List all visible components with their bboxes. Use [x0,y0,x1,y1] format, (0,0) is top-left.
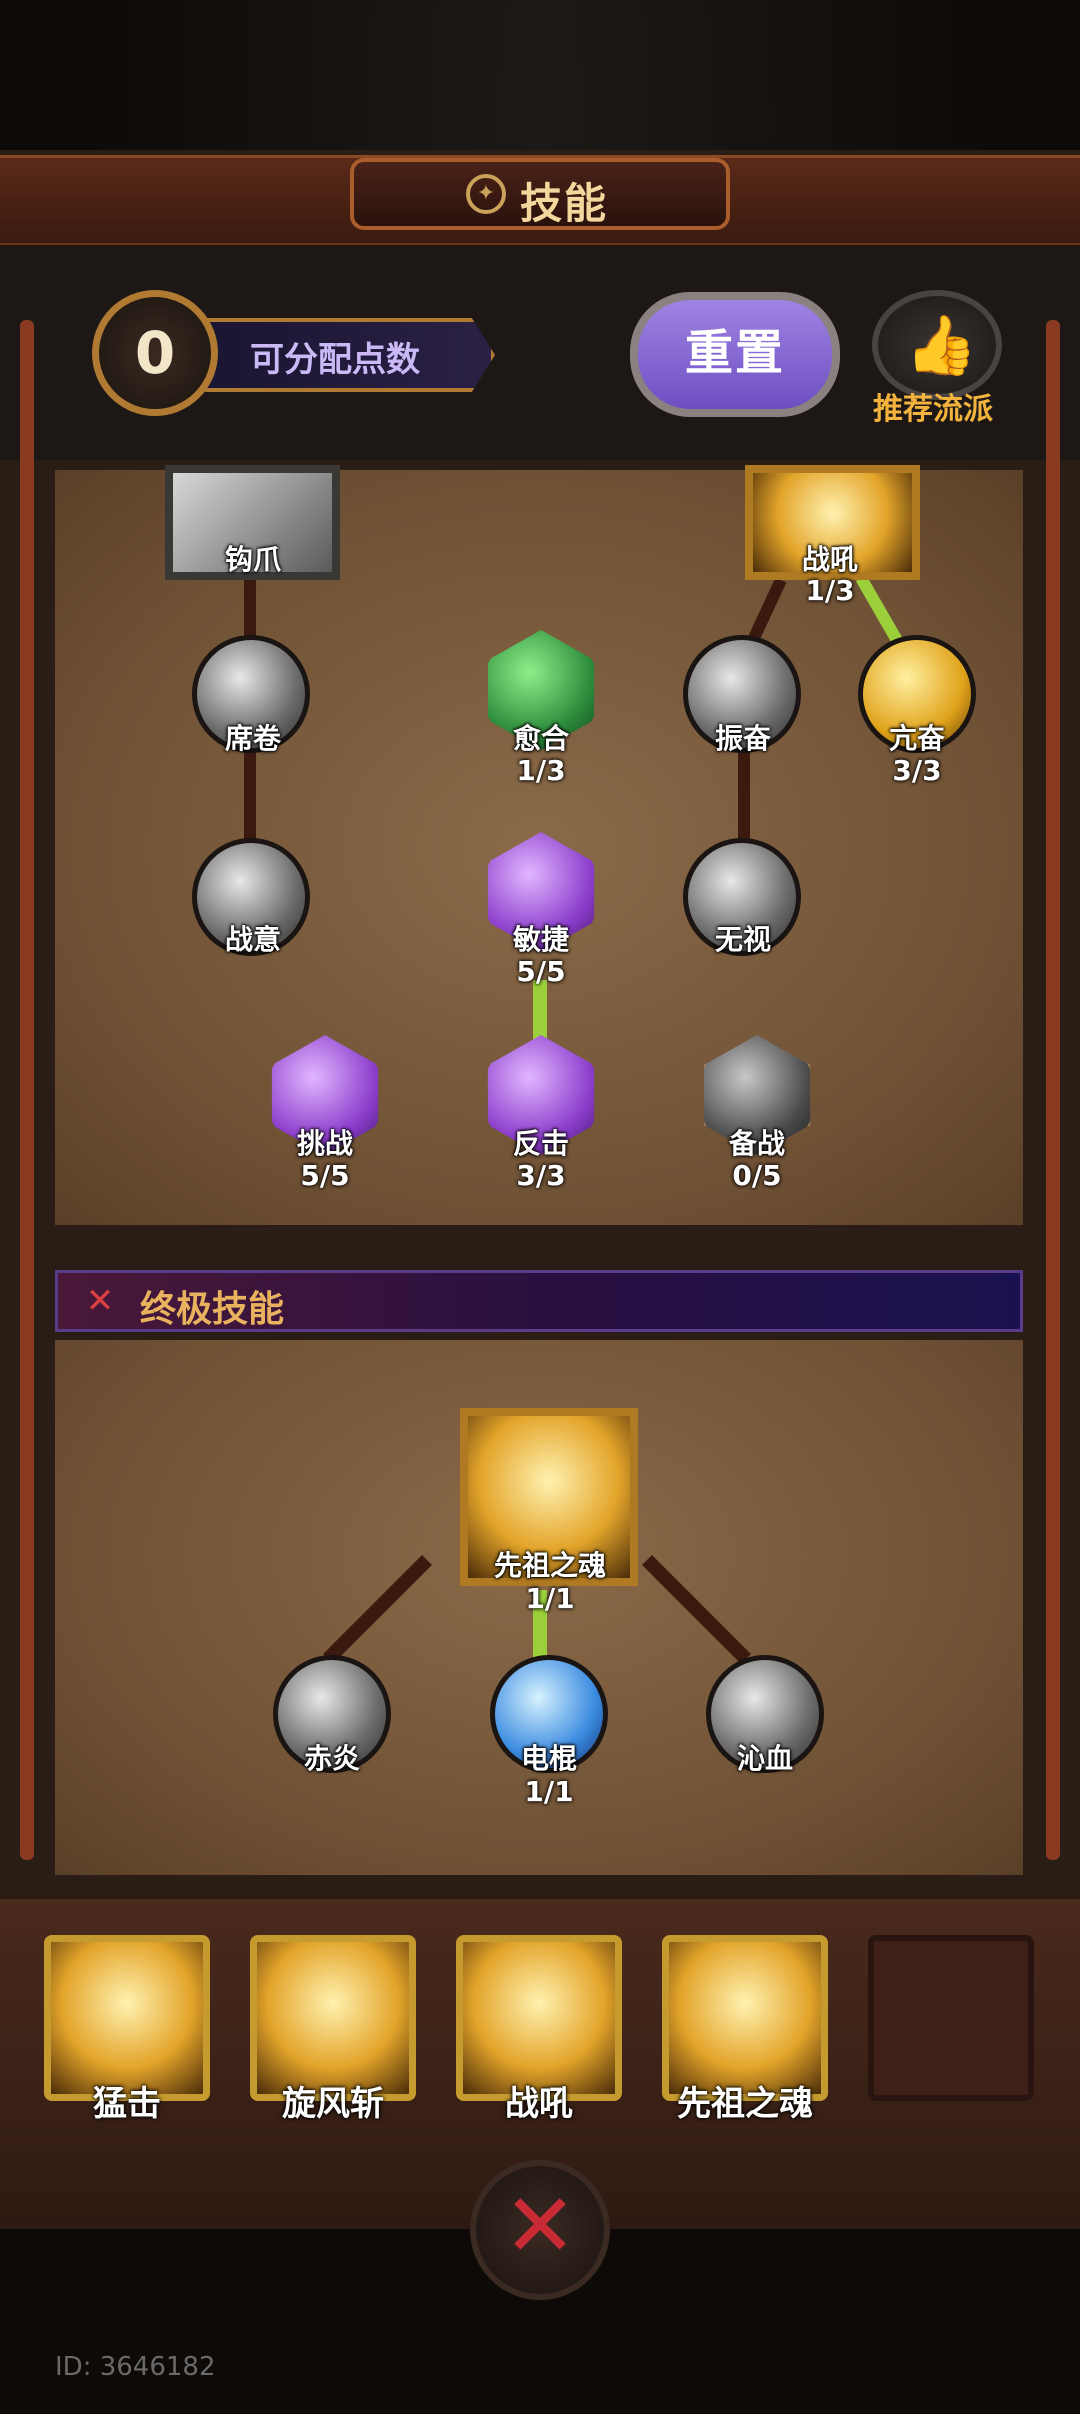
wushi-skill-label: 无视 [714,923,771,956]
xijuan-skill-label: 席卷 [224,722,281,755]
diangun-skill-label: 电棍 [520,1742,577,1775]
fanji-skill-label: 反击 [512,1127,569,1160]
beizhan-skill-count: 0/5 [732,1159,782,1192]
loadout-slot-empty[interactable] [868,1935,1034,2101]
ancestor-skill-count: 1/1 [525,1582,575,1615]
loadout-label-3: 战吼 [505,2084,573,2124]
fanji-skill-count: 3/3 [516,1159,566,1192]
chiyan-skill-label: 赤炎 [303,1742,360,1775]
left-border [20,320,34,1860]
loadout-label-4: 先祖之魂 [677,2084,813,2124]
yuhe-skill-count: 1/3 [516,754,566,787]
zhenfen-skill-label: 振奋 [714,722,771,755]
close-button[interactable]: ✕ [470,2160,610,2300]
recommend-label: 推荐流派 [873,392,993,427]
tiaozhan-skill-count: 5/5 [300,1159,350,1192]
hook-skill-label: 钩爪 [224,543,281,576]
qinxue-skill-label: 沁血 [736,1742,793,1775]
diangun-skill-count: 1/1 [524,1775,574,1808]
tree-connector-active [533,980,547,1040]
crossed-swords-icon: ✕ [85,1281,115,1321]
ultimate-title: 终极技能 [140,1289,285,1330]
kangfen-skill-label: 亢奋 [888,722,945,755]
beizhan-skill-label: 备战 [728,1127,785,1160]
minjie-skill-label: 敏捷 [512,923,569,956]
warcry-skill-count: 1/3 [805,574,855,607]
points-label: 可分配点数 [250,340,420,380]
minjie-skill-count: 5/5 [516,955,566,988]
warcry-skill-label: 战吼 [801,543,858,576]
tiaozhan-skill-label: 挑战 [296,1127,353,1160]
player-id: ID: 3646182 [55,2352,216,2382]
ancestor-skill-label: 先祖之魂 [493,1549,606,1582]
loadout-label-2: 旋风斩 [282,2084,384,2124]
points-value: 0 [92,290,218,416]
loadout-label-1: 猛击 [93,2084,161,2124]
page-title: 技能 [520,179,609,228]
zhanyi-skill-label: 战意 [224,923,281,956]
thumbs-up-icon: 👍 [905,311,978,379]
right-border [1046,320,1060,1860]
kangfen-skill-count: 3/3 [892,754,942,787]
skill-icon: ✦ [466,174,506,214]
reset-button[interactable]: 重置 [630,292,840,417]
yuhe-skill-label: 愈合 [512,722,569,755]
